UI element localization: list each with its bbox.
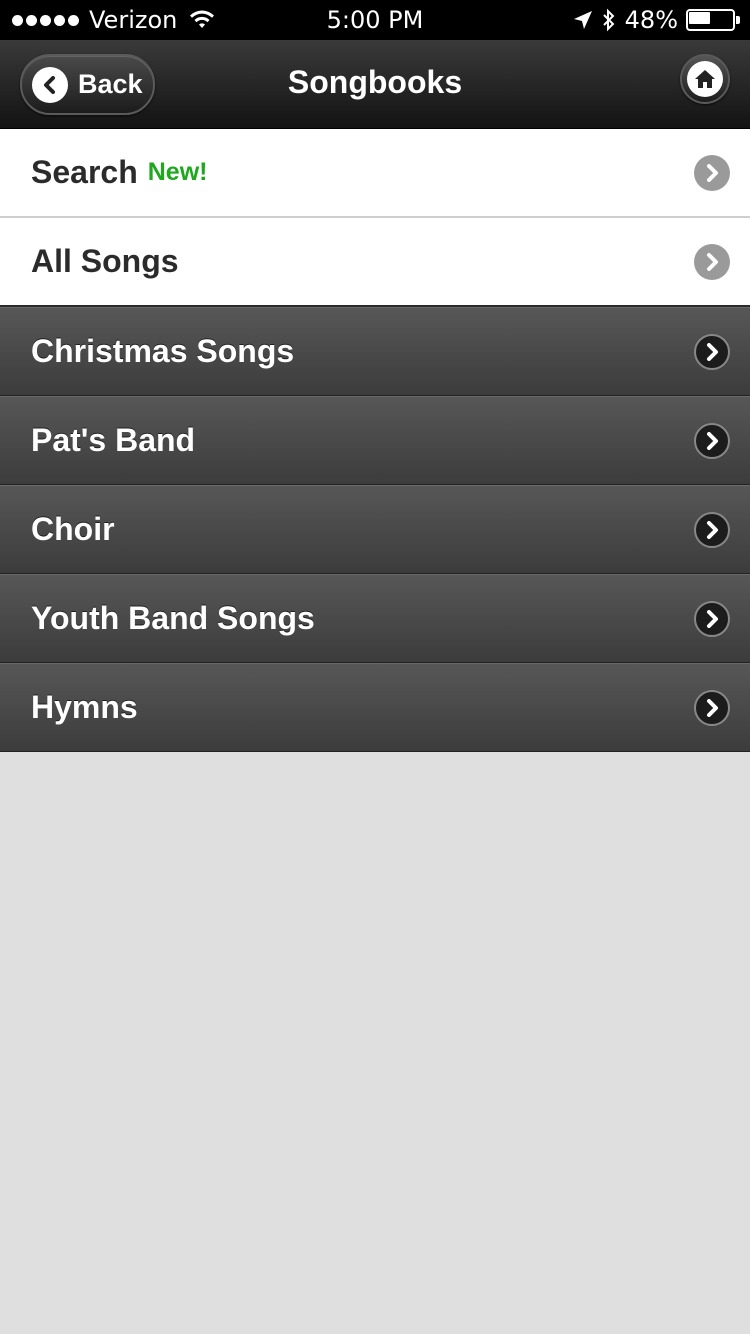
chevron-right-icon xyxy=(694,422,730,459)
songbook-item-youth-band-songs[interactable]: Youth Band Songs xyxy=(0,574,750,663)
songbook-list: Search New! All Songs Christmas Songs Pa… xyxy=(0,129,750,752)
row-label: Christmas Songs xyxy=(31,333,295,369)
battery-fill xyxy=(689,12,710,24)
new-badge: New! xyxy=(147,158,208,186)
chevron-left-icon xyxy=(32,66,68,103)
back-button[interactable]: Back xyxy=(20,54,155,115)
back-label: Back xyxy=(78,69,143,99)
page-title: Songbooks xyxy=(287,64,463,100)
nav-bar: Back Songbooks xyxy=(0,40,750,129)
bluetooth-icon xyxy=(602,8,615,32)
status-right: 48% xyxy=(573,6,740,34)
row-label: Pat's Band xyxy=(31,422,196,458)
row-label: Hymns xyxy=(31,689,138,725)
chevron-right-icon xyxy=(694,600,730,637)
row-label: Search xyxy=(31,154,138,190)
chevron-right-icon xyxy=(694,689,730,726)
songbook-item-christmas-songs[interactable]: Christmas Songs xyxy=(0,307,750,396)
chevron-right-icon xyxy=(694,243,730,280)
home-button[interactable] xyxy=(680,54,730,104)
all-songs-row[interactable]: All Songs xyxy=(0,218,750,307)
row-label: Youth Band Songs xyxy=(31,600,315,636)
battery-percent: 48% xyxy=(624,6,678,34)
songbook-item-pats-band[interactable]: Pat's Band xyxy=(0,396,750,485)
location-arrow-icon xyxy=(573,11,592,29)
chevron-right-icon xyxy=(694,511,730,548)
chevron-right-icon xyxy=(694,333,730,370)
row-label: Choir xyxy=(31,511,115,547)
battery-icon xyxy=(686,9,740,31)
search-row[interactable]: Search New! xyxy=(0,129,750,218)
chevron-right-icon xyxy=(694,154,730,191)
row-label: All Songs xyxy=(31,243,179,279)
songbook-item-choir[interactable]: Choir xyxy=(0,485,750,574)
home-icon xyxy=(687,61,723,97)
status-bar: Verizon 5:00 PM 48% xyxy=(0,0,750,40)
songbook-item-hymns[interactable]: Hymns xyxy=(0,663,750,752)
